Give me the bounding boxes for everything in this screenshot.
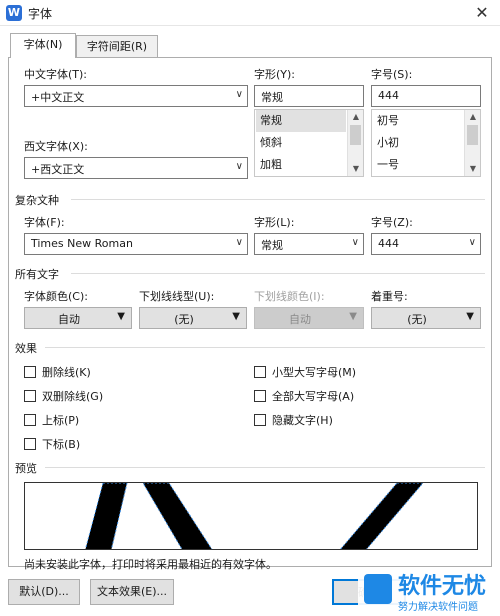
checkbox-box[interactable] [254,366,266,378]
underline-type-value: (无) [174,313,194,326]
preview-section-title: 预览 [15,462,37,475]
style-input[interactable]: 常规 [254,85,364,107]
watermark: 软件无忧 努力解决软件问题 [358,566,500,616]
scroll-thumb[interactable] [350,125,361,145]
checkbox-label: 小型大写字母(M) [272,366,357,379]
checkbox-box[interactable] [24,438,36,450]
effects-section-title: 效果 [15,342,37,355]
emphasis-label: 着重号: [371,290,408,303]
divider [71,199,485,200]
text-effects-button[interactable]: 文本效果(E)... [90,579,174,605]
scrollbar[interactable]: ▲ ▼ [347,110,363,176]
title-bar: W 字体 ✕ [0,0,500,26]
divider [71,273,485,274]
all-text-section-title: 所有文字 [15,268,59,281]
font-preview-box [24,482,478,550]
font-color-dropdown[interactable]: 自动 ▼ [24,307,132,329]
underline-color-dropdown: 自动 ▼ [254,307,364,329]
emphasis-value: (无) [407,313,427,326]
underline-type-dropdown[interactable]: (无) ▼ [139,307,247,329]
checkbox-label: 下标(B) [42,438,81,451]
complex-style-combo[interactable]: 常规 ∨ [254,233,364,255]
watermark-title: 软件无忧 [398,574,487,599]
divider [45,467,485,468]
checkbox-label: 全部大写字母(A) [272,390,355,403]
size-input[interactable]: 444 [371,85,481,107]
chevron-down-icon[interactable]: ∨ [236,237,243,248]
complex-font-combo[interactable]: Times New Roman ∨ [24,233,248,255]
triangle-down-icon[interactable]: ▼ [466,311,474,322]
underline-color-value: 自动 [289,313,311,326]
checkbox-label: 双删除线(G) [42,390,104,403]
default-button[interactable]: 默认(D)... [8,579,80,605]
complex-style-value: 常规 [261,239,283,252]
close-icon[interactable]: ✕ [464,0,500,26]
scroll-down-icon[interactable]: ▼ [348,162,364,176]
list-item[interactable]: 倾斜 [256,132,346,154]
checkbox-label: 隐藏文字(H) [272,414,333,427]
checkbox-label: 删除线(K) [42,366,91,379]
checkbox-box[interactable] [254,390,266,402]
cn-font-combo[interactable]: +中文正文 ∨ [24,85,248,107]
checkbox-label: 上标(P) [42,414,80,427]
complex-size-label: 字号(Z): [371,216,413,229]
scroll-up-icon[interactable]: ▲ [348,110,364,124]
emphasis-dropdown[interactable]: (无) ▼ [371,307,481,329]
chevron-down-icon[interactable]: ∨ [236,89,243,100]
style-input-value: 常规 [261,91,283,104]
western-font-combo[interactable]: +西文正文 ∨ [24,157,248,179]
font-tab-panel: 中文字体(T): +中文正文 ∨ 字形(Y): 常规 常规 倾斜 加粗 ▲ ▼ … [8,57,492,571]
scroll-thumb[interactable] [467,125,478,145]
triangle-down-icon[interactable]: ▼ [117,311,125,322]
wps-app-icon: W [6,5,22,21]
chevron-down-icon[interactable]: ∨ [236,161,243,172]
scroll-down-icon[interactable]: ▼ [465,162,481,176]
watermark-logo-icon [364,574,392,604]
chevron-down-icon[interactable]: ∨ [352,237,359,248]
chevron-down-icon[interactable]: ∨ [469,237,476,248]
list-item[interactable]: 常规 [256,110,346,132]
size-input-value: 444 [378,89,399,102]
preview-note: 尚未安装此字体，打印时将采用最相近的有效字体。 [24,558,277,571]
tab-character-spacing[interactable]: 字符间距(R) [76,35,158,57]
underline-color-label: 下划线颜色(I): [254,290,325,303]
checkbox-box[interactable] [24,366,36,378]
checkbox-box[interactable] [24,390,36,402]
western-font-value: +西文正文 [31,163,85,176]
list-item[interactable]: 一号 [373,154,463,176]
cn-font-value: +中文正文 [31,91,85,104]
size-list[interactable]: 初号 小初 一号 ▲ ▼ [371,109,481,177]
scrollbar[interactable]: ▲ ▼ [464,110,480,176]
tab-font[interactable]: 字体(N) [10,33,76,58]
list-item[interactable]: 初号 [373,110,463,132]
complex-size-value: 444 [378,237,399,250]
style-label: 字形(Y): [254,68,296,81]
preview-glyph [85,483,424,549]
watermark-subtitle: 努力解决软件问题 [398,602,478,613]
divider [45,347,485,348]
complex-size-combo[interactable]: 444 ∨ [371,233,481,255]
complex-font-value: Times New Roman [31,237,133,250]
size-label: 字号(S): [371,68,413,81]
complex-font-label: 字体(F): [24,216,65,229]
font-color-label: 字体颜色(C): [24,290,88,303]
complex-style-label: 字形(L): [254,216,295,229]
cn-font-label: 中文字体(T): [24,68,88,81]
checkbox-box[interactable] [254,414,266,426]
underline-type-label: 下划线线型(U): [139,290,215,303]
triangle-down-icon: ▼ [349,311,357,322]
scroll-up-icon[interactable]: ▲ [465,110,481,124]
triangle-down-icon[interactable]: ▼ [232,311,240,322]
window-title: 字体 [28,7,53,21]
checkbox-box[interactable] [24,414,36,426]
western-font-label: 西文字体(X): [24,140,88,153]
font-color-value: 自动 [58,313,80,326]
list-item[interactable]: 小初 [373,132,463,154]
style-list[interactable]: 常规 倾斜 加粗 ▲ ▼ [254,109,364,177]
list-item[interactable]: 加粗 [256,154,346,176]
complex-section-title: 复杂文种 [15,194,59,207]
